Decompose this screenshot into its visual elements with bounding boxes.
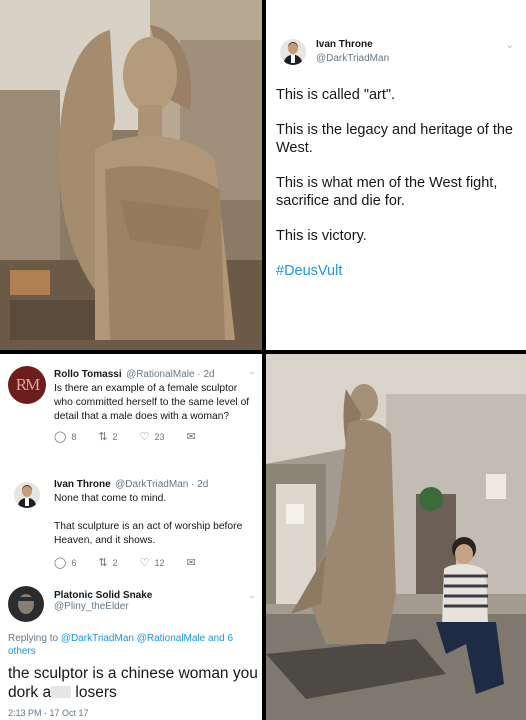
message-button[interactable]: ✉: [186, 430, 200, 443]
envelope-icon: ✉: [186, 557, 196, 569]
avatar[interactable]: [14, 482, 40, 508]
like-button[interactable]: ♡ 12: [140, 556, 165, 569]
chevron-down-icon[interactable]: ⌄: [506, 40, 514, 51]
heart-icon: ♡: [139, 557, 150, 569]
like-count: 23: [154, 431, 165, 442]
author-name[interactable]: Ivan Throne: [316, 38, 389, 52]
censor-box: [51, 686, 72, 698]
like-button[interactable]: ♡ 23: [140, 430, 165, 443]
sculptor-studio-image: [266, 354, 526, 720]
tweet-line: This is victory.: [276, 228, 367, 244]
sculpture-closeup-photo: [0, 0, 262, 350]
thread-screenshot: RM Rollo Tomassi @RationalMale · 2d Is t…: [0, 354, 262, 720]
tweet-actions: ◯ 6 ⇅ 2 ♡ 12 ✉: [54, 556, 254, 569]
chevron-down-icon[interactable]: ⌄: [248, 590, 256, 601]
message-button[interactable]: ✉: [186, 556, 200, 569]
reply-icon: ◯: [54, 557, 67, 569]
reply-author: Platonic Solid Snake @Pliny_theElder: [54, 590, 254, 612]
replying-prefix: Replying to: [8, 633, 61, 644]
tweet-text: That sculpture is an act of worship befo…: [54, 521, 243, 546]
chevron-down-icon[interactable]: ⌄: [248, 366, 256, 377]
tweet-text: None that come to mind.: [54, 493, 167, 504]
tweet-content: Ivan Throne @DarkTriadMan · 2d None that…: [54, 474, 254, 569]
retweet-count: 2: [112, 431, 118, 442]
author-name[interactable]: Platonic Solid Snake: [54, 590, 254, 601]
sculpture-closeup-image: [0, 0, 262, 350]
reply-button[interactable]: ◯ 8: [54, 430, 76, 443]
reply-button[interactable]: ◯ 6: [54, 556, 76, 569]
envelope-icon: ✉: [186, 431, 196, 443]
replying-to: Replying to @DarkTriadMan @RationalMale …: [8, 632, 258, 658]
main-tweet-card: Ivan Throne @DarkTriadMan ⌄ This is call…: [266, 0, 526, 350]
retweet-icon: ⇅: [98, 557, 108, 569]
tweet-content: Rollo Tomassi @RationalMale · 2d Is ther…: [54, 364, 254, 443]
reply-text: the sculptor is a chinese woman you dork…: [8, 664, 258, 702]
reply-text-start: the sculptor is a chinese woman you dork…: [8, 665, 258, 701]
tweet-actions: ◯ 8 ⇅ 2 ♡ 23 ✉: [54, 430, 254, 443]
tweet-header: Ivan Throne @DarkTriadMan: [280, 38, 389, 66]
tweet-text: This is called "art". This is the legacy…: [276, 86, 518, 297]
avatar[interactable]: RM: [8, 366, 46, 404]
tweet-line: This is called "art".: [276, 87, 396, 103]
retweet-icon: ⇅: [98, 431, 108, 443]
reply-icon: ◯: [54, 431, 67, 443]
avatar[interactable]: [8, 586, 44, 622]
like-count: 12: [154, 557, 165, 568]
author-handle[interactable]: @DarkTriadMan · 2d: [115, 479, 208, 490]
reply-count: 6: [71, 557, 77, 568]
author-handle[interactable]: @Pliny_theElder: [54, 601, 254, 612]
avatar[interactable]: [280, 39, 306, 65]
author-name[interactable]: Rollo Tomassi: [54, 369, 122, 380]
reply-count: 8: [71, 431, 77, 442]
tweet-text: Is there an example of a female sculptor…: [54, 383, 250, 422]
retweet-button[interactable]: ⇅ 2: [98, 556, 117, 569]
heart-icon: ♡: [139, 431, 150, 443]
author-name[interactable]: Ivan Throne: [54, 479, 111, 490]
retweet-button[interactable]: ⇅ 2: [98, 430, 117, 443]
sculptor-studio-photo: [266, 354, 526, 720]
author-handle[interactable]: @DarkTriadMan: [316, 52, 389, 66]
tweet-line: This is what men of the West fight, sacr…: [276, 175, 498, 209]
retweet-count: 2: [112, 557, 118, 568]
author-handle[interactable]: @RationalMale · 2d: [126, 369, 215, 380]
tweet-line: This is the legacy and heritage of the W…: [276, 122, 513, 156]
hashtag-link[interactable]: #DeusVult: [276, 262, 518, 280]
reply-text-end: losers: [71, 684, 117, 701]
timestamp: 2:13 PM - 17 Oct 17: [8, 708, 89, 718]
